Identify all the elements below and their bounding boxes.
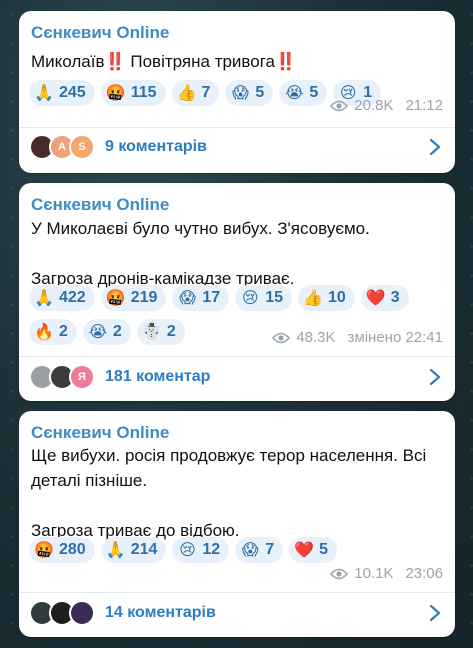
reaction-count: 2 bbox=[112, 323, 122, 340]
reaction-chip[interactable]: 🙏 422 bbox=[29, 285, 95, 311]
reaction-count: 15 bbox=[265, 289, 283, 306]
eye-icon bbox=[330, 100, 349, 112]
reactions-bar: 🤬 280 🙏 214 😢 12 😱 7 ❤️ 5 bbox=[29, 537, 447, 563]
reaction-count: 219 bbox=[130, 289, 158, 306]
reaction-count: 5 bbox=[309, 84, 319, 101]
reaction-chip[interactable]: ❤️ 3 bbox=[360, 285, 409, 311]
divider bbox=[19, 356, 455, 357]
reaction-count: 12 bbox=[202, 541, 221, 558]
scream-icon: 😱 bbox=[179, 288, 196, 307]
scream-icon: 😱 bbox=[232, 83, 249, 102]
sob-icon: 😭 bbox=[88, 322, 108, 341]
pray-icon: 🙏 bbox=[105, 540, 126, 559]
post-text: Миколаїв‼️ Повітряна тривога‼️ bbox=[31, 52, 297, 71]
channel-post[interactable]: Сєнкевич Online Ще вибухи. росія продовж… bbox=[19, 411, 455, 637]
reaction-chip[interactable]: ☃️ 2 bbox=[136, 319, 185, 345]
reaction-chip[interactable]: 🤬 115 bbox=[100, 80, 166, 106]
thumbs-up-icon: 👍 bbox=[303, 288, 323, 307]
reaction-count: 214 bbox=[130, 541, 158, 558]
fire-icon: 🔥 bbox=[34, 322, 54, 341]
scream-icon: 😱 bbox=[241, 540, 259, 559]
cry-icon: 😢 bbox=[241, 288, 259, 307]
reaction-chip[interactable]: 😱 5 bbox=[225, 80, 274, 106]
channel-post[interactable]: Сєнкевич Online Миколаїв‼️ Повітряна три… bbox=[19, 11, 455, 173]
reaction-count: 7 bbox=[201, 84, 211, 101]
post-author[interactable]: Сєнкевич Online bbox=[31, 195, 169, 215]
reaction-chip[interactable]: ❤️ 5 bbox=[289, 537, 338, 563]
reaction-count: 422 bbox=[59, 289, 86, 306]
post-time: 23:06 bbox=[405, 565, 443, 582]
angry-icon: 🤬 bbox=[34, 540, 54, 559]
snowman-icon: ☃️ bbox=[141, 322, 162, 341]
reaction-count: 17 bbox=[202, 289, 221, 306]
reaction-chip[interactable]: 🤬 219 bbox=[100, 285, 167, 311]
sob-icon: 😭 bbox=[284, 83, 304, 102]
reaction-count: 115 bbox=[130, 84, 157, 101]
view-count: 48.3K bbox=[296, 329, 336, 346]
pray-icon: 🙏 bbox=[34, 288, 54, 307]
heart-icon: ❤️ bbox=[294, 540, 315, 559]
cry-icon: 😢 bbox=[179, 540, 196, 559]
post-time: змінено 22:41 bbox=[347, 329, 443, 346]
post-meta: 20.8K 21:12 bbox=[330, 97, 443, 114]
avatar: Я bbox=[69, 364, 95, 390]
angry-icon: 🤬 bbox=[105, 288, 126, 307]
comments-button[interactable]: 14 коментарів bbox=[29, 595, 445, 631]
view-count: 20.8K bbox=[354, 97, 394, 114]
chevron-right-icon bbox=[429, 604, 441, 627]
reaction-chip[interactable]: 👍 7 bbox=[171, 80, 220, 106]
reaction-chip[interactable]: 😱 7 bbox=[235, 537, 284, 563]
post-author[interactable]: Сєнкевич Online bbox=[31, 23, 169, 43]
comments-button[interactable]: AS 9 коментарів bbox=[29, 129, 445, 165]
reaction-count: 7 bbox=[265, 541, 275, 558]
view-count: 10.1K bbox=[354, 565, 394, 582]
post-meta: 48.3K змінено 22:41 bbox=[272, 329, 443, 346]
pray-icon: 🙏 bbox=[34, 83, 54, 102]
reaction-chip[interactable]: 🤬 280 bbox=[29, 537, 95, 563]
commenter-avatars: AS bbox=[29, 134, 95, 160]
reaction-chip[interactable]: 😭 2 bbox=[82, 319, 131, 345]
reaction-chip[interactable]: 🔥 2 bbox=[29, 319, 77, 345]
commenter-avatars bbox=[29, 600, 95, 626]
reaction-chip[interactable]: 😱 17 bbox=[172, 285, 230, 311]
post-time: 21:12 bbox=[405, 97, 443, 114]
thumbs-up-icon: 👍 bbox=[176, 83, 197, 102]
reaction-count: 3 bbox=[390, 289, 400, 306]
eye-icon bbox=[330, 568, 349, 580]
chevron-right-icon bbox=[429, 138, 441, 161]
angry-icon: 🤬 bbox=[105, 83, 126, 102]
reaction-count: 2 bbox=[166, 323, 176, 340]
divider bbox=[19, 592, 455, 593]
comments-label: 9 коментарів bbox=[105, 138, 207, 155]
comments-button[interactable]: Я 181 коментар bbox=[29, 359, 445, 395]
commenter-avatars: Я bbox=[29, 364, 95, 390]
post-meta: 10.1K 23:06 bbox=[330, 565, 443, 582]
reaction-count: 280 bbox=[59, 541, 86, 558]
comments-label: 14 коментарів bbox=[105, 604, 216, 621]
reaction-count: 2 bbox=[59, 323, 68, 340]
heart-icon: ❤️ bbox=[365, 288, 386, 307]
reaction-chip[interactable]: 😢 15 bbox=[235, 285, 292, 311]
reaction-count: 5 bbox=[255, 84, 265, 101]
reaction-chip[interactable]: 🙏 245 bbox=[29, 80, 95, 106]
reaction-chip[interactable]: 😢 12 bbox=[172, 537, 230, 563]
divider bbox=[19, 127, 455, 128]
channel-post[interactable]: Сєнкевич Online У Миколаєві було чутно в… bbox=[19, 183, 455, 401]
comments-label: 181 коментар bbox=[105, 368, 211, 385]
reaction-chip[interactable]: 🙏 214 bbox=[100, 537, 167, 563]
reaction-count: 10 bbox=[328, 289, 346, 306]
post-text: У Миколаєві було чутно вибух. З'ясовуємо… bbox=[31, 219, 370, 288]
reaction-count: 245 bbox=[59, 84, 86, 101]
reaction-chip[interactable]: 😭 5 bbox=[279, 80, 328, 106]
post-text: Ще вибухи. росія продовжує терор населен… bbox=[31, 446, 427, 540]
post-author[interactable]: Сєнкевич Online bbox=[31, 423, 169, 443]
reaction-chip[interactable]: 👍 10 bbox=[298, 285, 355, 311]
avatar bbox=[69, 600, 95, 626]
reaction-count: 5 bbox=[319, 541, 329, 558]
eye-icon bbox=[272, 332, 291, 344]
avatar: S bbox=[69, 134, 95, 160]
chevron-right-icon bbox=[429, 368, 441, 391]
